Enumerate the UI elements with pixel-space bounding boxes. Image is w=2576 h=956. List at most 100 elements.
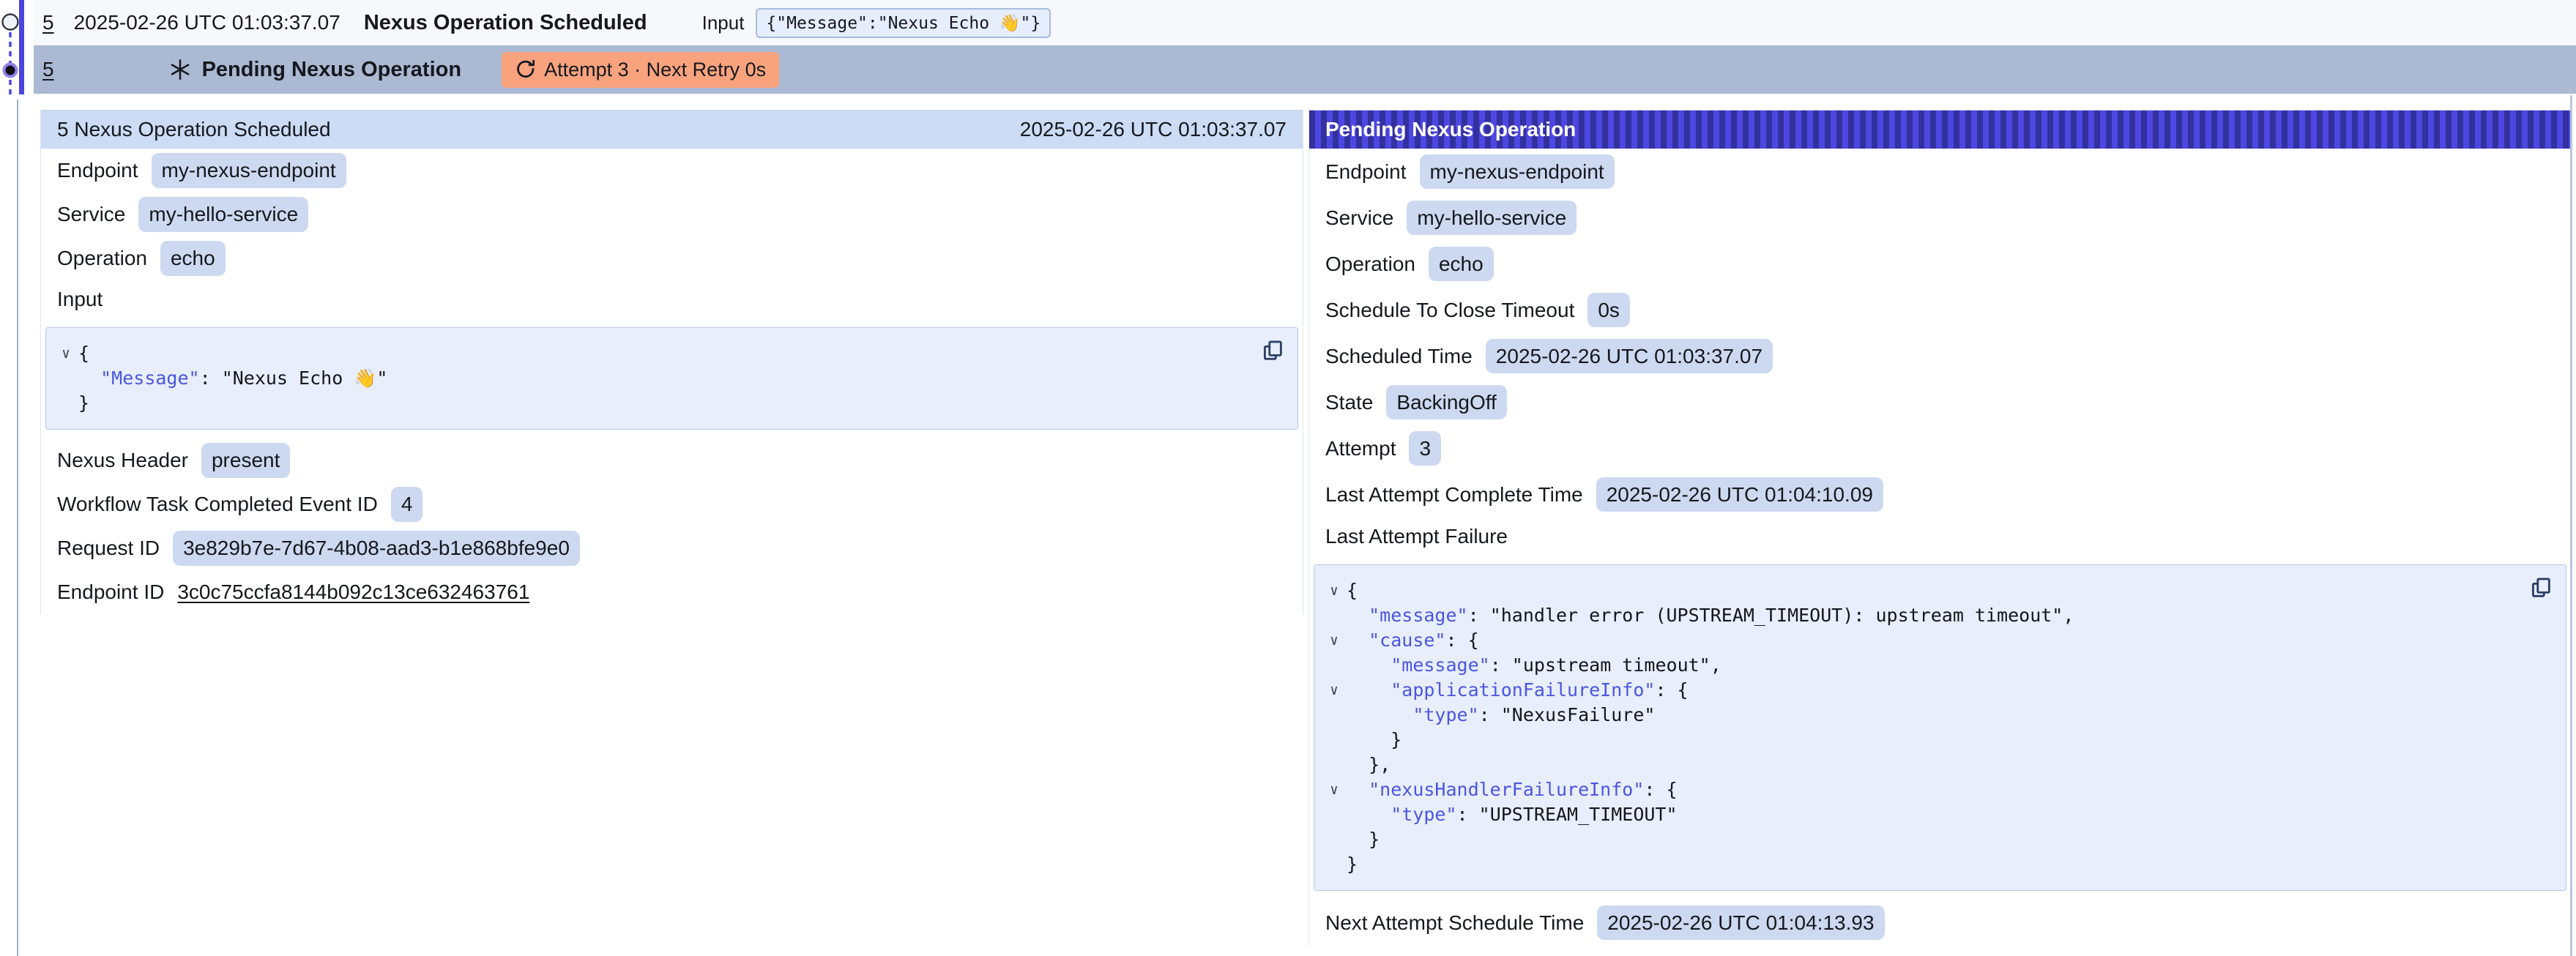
field-value-badge: 3	[1409, 431, 1441, 466]
right-panel-footer-fields: Next Attempt Schedule Time 2025-02-26 UTC…	[1309, 900, 2571, 946]
code-gutter	[1322, 753, 1347, 777]
field-value-badge: 2025-02-26 UTC 01:04:10.09	[1596, 477, 1883, 512]
field-label: Last Attempt Complete Time	[1325, 483, 1583, 507]
field-row: Endpoint my-nexus-endpoint	[57, 149, 1287, 193]
event-row-nexus-operation-scheduled[interactable]: 5 2025-02-26 UTC 01:03:37.07 Nexus Opera…	[34, 0, 2576, 45]
input-label: Input	[702, 12, 745, 34]
event-detail-panels: 5 Nexus Operation Scheduled 2025-02-26 U…	[40, 110, 2572, 946]
field-value-badge: 2025-02-26 UTC 01:03:37.07	[1486, 339, 1773, 374]
code-line: ∨ "cause": {	[1322, 628, 2522, 653]
code-text: "message": "handler error (UPSTREAM_TIME…	[1347, 603, 2074, 628]
field-label: Operation	[57, 247, 147, 270]
input-json-code: ∨{ "Message": "Nexus Echo 👋"}	[53, 341, 1254, 416]
field-value-badge: present	[201, 443, 290, 478]
collapse-chevron-icon[interactable]: ∨	[1322, 628, 1347, 653]
right-panel-fields: Endpoint my-nexus-endpoint Service my-hello…	[1309, 149, 2571, 518]
field-row: Endpoint ID 3c0c75ccfa8144b092c13ce632463…	[57, 570, 1287, 614]
collapse-chevron-icon[interactable]: ∨	[1322, 578, 1347, 603]
field-value-badge: my-hello-service	[1407, 201, 1577, 236]
field-label: Endpoint	[1325, 160, 1407, 184]
input-payload-chip: {"Message":"Nexus Echo 👋"}	[756, 8, 1051, 38]
input-json-viewer: ∨{ "Message": "Nexus Echo 👋"}	[45, 327, 1298, 430]
event-node-filled-circle-icon	[4, 64, 17, 77]
code-line: ∨{	[53, 341, 1254, 366]
code-text: "type": "NexusFailure"	[1347, 703, 1655, 728]
code-line: }	[53, 391, 1254, 416]
input-section-label: Input	[41, 280, 1303, 318]
event-timestamp: 2025-02-26 UTC 01:03:37.07	[74, 11, 340, 34]
field-label: Schedule To Close Timeout	[1325, 299, 1574, 322]
retry-refresh-icon	[515, 59, 537, 81]
endpoint-id-link[interactable]: 3c0c75ccfa8144b092c13ce632463761	[177, 580, 529, 604]
code-text: {	[78, 341, 89, 366]
event-node-open-circle-icon	[3, 15, 18, 30]
code-gutter	[53, 366, 78, 391]
code-line: },	[1322, 753, 2522, 777]
field-value-badge: echo	[1429, 247, 1494, 282]
pending-title-group: Pending Nexus Operation	[168, 57, 462, 82]
timeline-rail	[0, 0, 34, 102]
left-panel-title: 5 Nexus Operation Scheduled	[57, 118, 331, 141]
field-value-badge: echo	[160, 241, 226, 276]
left-panel-timestamp: 2025-02-26 UTC 01:03:37.07	[1020, 118, 1287, 141]
code-gutter	[1322, 802, 1347, 827]
code-line: ∨ "applicationFailureInfo": {	[1322, 678, 2522, 703]
event-id-link[interactable]: 5	[42, 11, 54, 34]
code-text: }	[1347, 852, 1358, 877]
field-label: Request ID	[57, 537, 160, 560]
retry-status-badge: Attempt 3 · Next Retry 0s	[502, 52, 779, 88]
left-panel-fields-top: Endpoint my-nexus-endpoint Servicemy-hello…	[41, 149, 1303, 280]
field-label: Next Attempt Schedule Time	[1325, 911, 1584, 935]
field-value-badge: my-nexus-endpoint	[152, 153, 346, 188]
left-panel-header: 5 Nexus Operation Scheduled 2025-02-26 U…	[41, 111, 1303, 149]
code-text: }	[1347, 827, 1380, 852]
field-value-badge: BackingOff	[1386, 385, 1506, 420]
code-gutter	[1322, 703, 1347, 728]
copy-button[interactable]	[1259, 338, 1286, 365]
field-row: Operationecho	[1325, 241, 2555, 287]
code-line: "Message": "Nexus Echo 👋"	[53, 366, 1254, 391]
code-gutter	[1322, 653, 1347, 678]
code-text: },	[1347, 753, 1391, 777]
code-line: ∨ "nexusHandlerFailureInfo": {	[1322, 777, 2522, 802]
scroll-track	[2570, 95, 2572, 956]
event-row-pending-nexus-operation[interactable]: 5 Pending Nexus Operation Attempt 3 · Ne…	[34, 45, 2576, 94]
collapse-chevron-icon[interactable]: ∨	[1322, 678, 1347, 703]
collapse-chevron-icon[interactable]: ∨	[53, 341, 78, 366]
copy-button[interactable]	[2528, 575, 2554, 602]
event-id-link[interactable]: 5	[42, 58, 54, 81]
code-line: }	[1322, 852, 2522, 877]
field-row: Operation echo	[57, 236, 1287, 280]
right-panel-header: Pending Nexus Operation	[1309, 111, 2571, 149]
field-value-badge: my-nexus-endpoint	[1420, 154, 1615, 190]
field-value-badge: 2025-02-26 UTC 01:04:13.93	[1597, 905, 1884, 941]
pending-asterisk-icon	[168, 57, 193, 82]
code-line: "type": "NexusFailure"	[1322, 703, 2522, 728]
field-label: Endpoint	[57, 159, 138, 182]
code-text: }	[1347, 728, 1401, 753]
field-label: Attempt	[1325, 437, 1396, 460]
field-label: State	[1325, 391, 1373, 414]
code-text: "message": "upstream timeout",	[1347, 653, 1721, 678]
field-label: Endpoint ID	[57, 580, 164, 604]
code-line: "message": "upstream timeout",	[1322, 653, 2522, 678]
field-row: Endpoint my-nexus-endpoint	[1325, 149, 2555, 195]
field-row: Servicemy-hello-service	[57, 193, 1287, 236]
field-row: Attempt 3	[1325, 425, 2555, 471]
field-row: State BackingOff	[1325, 379, 2555, 425]
field-row: Workflow Task Completed Event ID4	[57, 482, 1287, 526]
field-row: Service my-hello-service	[1325, 195, 2555, 241]
field-row: Next Attempt Schedule Time 2025-02-26 UTC…	[1325, 900, 2555, 946]
code-text: "Message": "Nexus Echo 👋"	[78, 366, 387, 391]
field-label: Service	[57, 203, 125, 226]
failure-json-viewer: ∨{ "message": "handler error (UPSTREAM_T…	[1314, 564, 2566, 891]
code-line: "message": "handler error (UPSTREAM_TIME…	[1322, 603, 2522, 628]
field-label: Nexus Header	[57, 449, 188, 472]
field-label: Service	[1325, 206, 1393, 230]
field-value-badge: 4	[391, 487, 423, 522]
code-line: "type": "UPSTREAM_TIMEOUT"	[1322, 802, 2522, 827]
code-gutter	[53, 391, 78, 416]
pending-event-title: Pending Nexus Operation	[202, 58, 462, 82]
right-panel-title: Pending Nexus Operation	[1325, 118, 1576, 141]
collapse-chevron-icon[interactable]: ∨	[1322, 777, 1347, 802]
